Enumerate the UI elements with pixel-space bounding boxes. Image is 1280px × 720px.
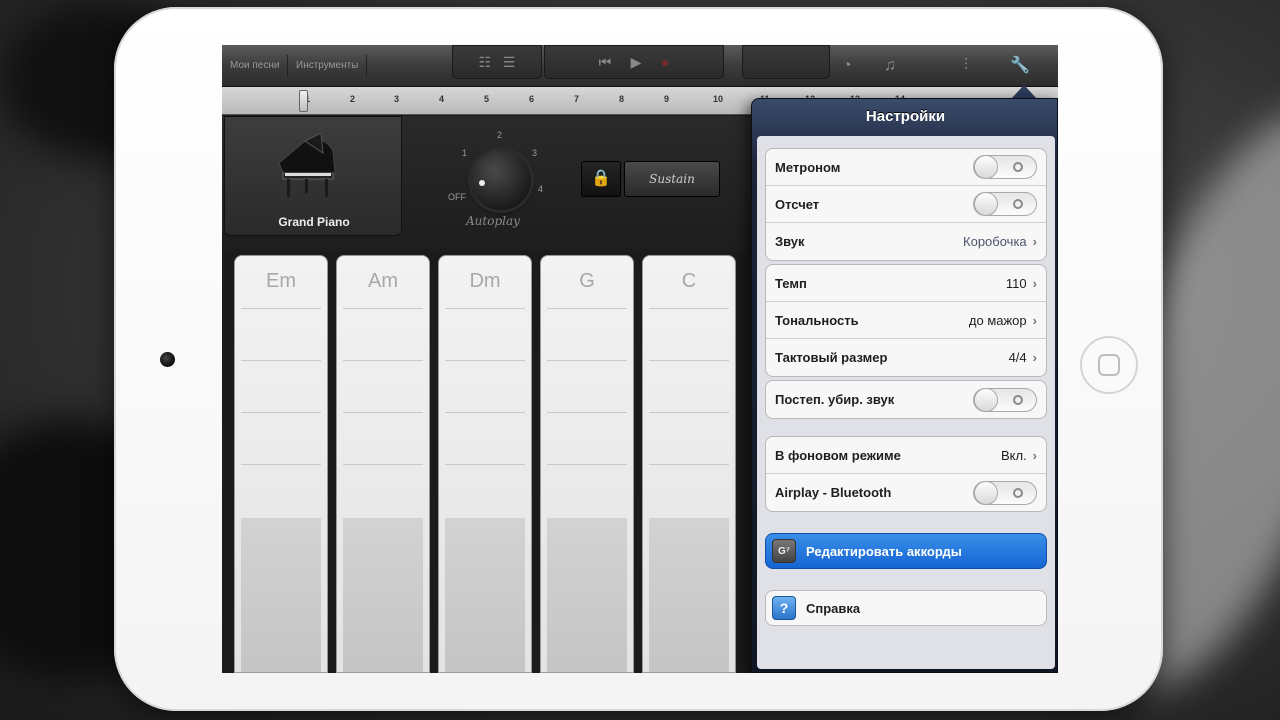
mixer-icon: ☷ [478, 53, 492, 70]
ruler-tick: 9 [664, 94, 670, 104]
ruler-tick: 5 [484, 94, 490, 104]
setting-metronome[interactable]: Метроном [766, 149, 1046, 186]
master-volume[interactable] [742, 45, 830, 79]
tracks-icon: ☰ [502, 53, 516, 70]
setting-label: Звук [775, 234, 805, 249]
ruler-tick: 8 [619, 94, 625, 104]
rewind-icon[interactable]: ⏮ [599, 54, 612, 71]
ruler-tick: 10 [713, 94, 724, 104]
note-icon[interactable]: ♫ [884, 56, 896, 76]
chevron-right-icon: › [1032, 350, 1037, 365]
settings-group: Метроном Отсчет Звук Коробочка › [765, 148, 1047, 261]
ruler-tick: 7 [574, 94, 580, 104]
setting-value: 4/4 [1008, 350, 1027, 365]
setting-fade-out[interactable]: Постеп. убир. звук [766, 381, 1046, 418]
transport-controls: ⏮ ▶ ● [544, 45, 724, 79]
wrench-icon[interactable]: 🔧 [1010, 56, 1030, 76]
sustain-button[interactable]: Sustain [624, 161, 720, 197]
autoplay-knob[interactable] [471, 150, 531, 210]
setting-time-signature[interactable]: Тактовый размер 4/4 › [766, 339, 1046, 376]
autoplay-position-label: 1 [462, 148, 468, 158]
chord-strip-c[interactable]: C [642, 255, 736, 673]
play-icon[interactable]: ▶ [631, 54, 642, 71]
autoplay-position-label: 3 [532, 148, 538, 158]
metronome-switch[interactable] [973, 155, 1037, 179]
setting-airplay-bluetooth[interactable]: Airplay - Bluetooth [766, 474, 1046, 511]
setting-label: В фоновом режиме [775, 447, 901, 463]
chevron-right-icon: › [1032, 447, 1037, 463]
playhead-handle[interactable] [299, 90, 308, 112]
ruler-tick: 6 [529, 94, 535, 104]
setting-value: Вкл. [1000, 447, 1027, 463]
metronome-icon[interactable]: ◔ [842, 56, 852, 76]
setting-label: Тональность [775, 312, 859, 328]
chevron-right-icon: › [1032, 234, 1037, 249]
autoplay-control: OFF 1 2 3 4 Autoplay [444, 130, 554, 244]
autoplay-position-label: 2 [497, 130, 503, 140]
airplay-bluetooth-switch[interactable] [973, 480, 1037, 505]
autoplay-position-label: 4 [538, 184, 544, 194]
view-toggle[interactable]: ☷ ☰ [452, 45, 542, 79]
settings-list: Метроном Отсчет Звук Коробочка › Темп 11… [757, 136, 1055, 669]
app-screen: Мои песни Инструменты ☷ ☰ ⏮ ▶ ● ◔ ♫ ⫶ 🔧 … [222, 45, 1058, 673]
settings-group: В фоновом режиме Вкл. › Airplay - Blueto… [765, 436, 1047, 512]
help-icon: ? [772, 596, 796, 620]
autoplay-off-label: OFF [448, 192, 466, 202]
fade-out-switch[interactable] [973, 387, 1037, 412]
lock-icon[interactable]: 🔒 [581, 161, 621, 197]
record-icon[interactable]: ● [661, 54, 669, 70]
setting-background-mode[interactable]: В фоновом режиме Вкл. › [766, 437, 1046, 474]
settings-group: Постеп. убир. звук [765, 380, 1047, 419]
instrument-name: Grand Piano [278, 215, 350, 229]
ruler-tick: 2 [350, 94, 356, 104]
help-button[interactable]: ? Справка [765, 590, 1047, 626]
top-toolbar: Мои песни Инструменты ☷ ☰ ⏮ ▶ ● ◔ ♫ ⫶ 🔧 [222, 45, 1058, 87]
settings-group: Темп 110 › Тональность до мажор › Тактов… [765, 264, 1047, 377]
chord-strip-dm[interactable]: Dm [438, 255, 532, 673]
knob-indicator [479, 180, 485, 186]
setting-label: Отсчет [775, 196, 820, 212]
ruler-tick: 3 [394, 94, 400, 104]
grand-piano-icon [278, 133, 336, 197]
chevron-right-icon: › [1032, 312, 1037, 328]
setting-label: Тактовый размер [775, 350, 888, 365]
edit-chords-button[interactable]: G⁷ Редактировать аккорды [765, 533, 1047, 569]
setting-key[interactable]: Тональность до мажор › [766, 302, 1046, 339]
chord-strip-em[interactable]: Em [234, 255, 328, 673]
mixer-sliders-icon[interactable]: ⫶ [964, 56, 968, 76]
setting-value: до мажор [968, 312, 1027, 328]
setting-label: Постеп. убир. звук [775, 392, 895, 407]
setting-value: 110 [1005, 275, 1027, 291]
help-label: Справка [806, 600, 861, 616]
chord-label: Dm [469, 270, 501, 292]
chord-label: G [579, 270, 595, 292]
setting-sound[interactable]: Звук Коробочка › [766, 223, 1046, 260]
instruments-button[interactable]: Инструменты [288, 55, 368, 77]
setting-label: Метроном [775, 159, 841, 175]
edit-chords-label: Редактировать аккорды [806, 543, 962, 559]
settings-popover: Настройки Метроном Отсчет Звук Коробочка… [751, 98, 1058, 673]
camera-icon [160, 352, 175, 367]
setting-label: Airplay - Bluetooth [775, 485, 892, 500]
count-in-switch[interactable] [973, 192, 1037, 216]
setting-label: Темп [775, 275, 807, 291]
chord-strip-am[interactable]: Am [336, 255, 430, 673]
popover-arrow [1011, 85, 1037, 99]
ruler-tick: 4 [439, 94, 445, 104]
popover-title: Настройки [865, 108, 946, 125]
home-button[interactable] [1080, 336, 1138, 394]
my-songs-button[interactable]: Мои песни [222, 55, 289, 77]
home-square-icon [1098, 354, 1120, 376]
chord-icon: G⁷ [772, 539, 796, 563]
setting-tempo[interactable]: Темп 110 › [766, 265, 1046, 302]
chevron-right-icon: › [1032, 275, 1037, 291]
chord-label: Am [368, 270, 398, 292]
autoplay-label: Autoplay [466, 214, 520, 228]
setting-value: Коробочка [963, 234, 1027, 249]
setting-count-in[interactable]: Отсчет [766, 186, 1046, 223]
chord-strip-g[interactable]: G [540, 255, 634, 673]
chord-label: C [681, 270, 697, 292]
chord-label: Em [266, 270, 296, 292]
instrument-selector[interactable]: Grand Piano [224, 116, 402, 236]
